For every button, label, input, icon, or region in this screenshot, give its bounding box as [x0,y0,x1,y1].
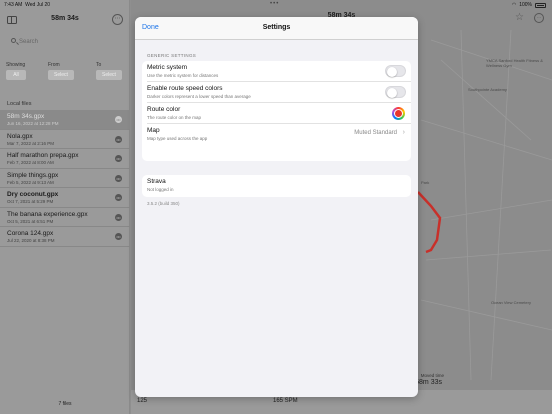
file-more-icon[interactable]: ••• [115,213,122,221]
list-item[interactable]: Nola.gpx Mar 7, 2022 at 2:16 PM ••• [0,130,130,149]
settings-header: Done Settings [135,17,418,40]
speed-colors-toggle[interactable] [385,86,406,98]
status-right: ◠ 100% [512,2,546,8]
map-label-cemetery: Ocean View Cemetery [491,300,531,305]
list-item[interactable]: Dry coconut.gpx Oct 7, 2021 at 5:29 PM ••• [0,188,130,208]
search-placeholder: Search [19,39,39,45]
route-line [417,191,442,254]
chevron-right-icon: › [402,129,405,136]
metric-system-row: Metric system Use the metric system for … [147,61,411,82]
list-item[interactable]: Half marathon prepa.gpx Feb 7, 2022 at 8:… [0,149,130,169]
strava-row[interactable]: Strava Not logged in [147,175,411,196]
list-item[interactable]: The banana experience.gpx Oct 5, 2021 at … [0,208,130,227]
file-name: The banana experience.gpx [7,210,88,218]
filter-from-label: From [48,62,60,68]
file-list: 58m 34s.gpx Jun 16, 2022 at 12:28 PM ••• No… [0,110,130,247]
settings-title: Settings [262,24,291,31]
route-color-row: Route color The route color on the map [147,103,411,124]
moved-time-label: Moved time [420,373,444,378]
search-icon [11,38,16,43]
route-color-picker[interactable] [392,107,405,120]
filter-showing: Showing All [6,62,26,80]
section-label: Local files [7,101,32,107]
file-date: Feb 5, 2022 at 9:13 AM [7,179,54,185]
map-type-row[interactable]: Map Map type used across the app Muted S… [147,124,411,145]
file-name: 58m 34s.gpx [7,113,45,120]
battery-icon [535,2,546,8]
map-label-gym: YMCA Sanford Health Fitness & Wellness G… [486,58,543,68]
metric-system-toggle[interactable] [385,65,406,77]
sidebar-more-icon[interactable]: ⋯ [112,14,123,25]
wifi-icon: ◠ [511,2,517,8]
metric-system-subtitle: Use the metric system for distances [147,73,219,78]
multitask-dots-icon[interactable]: ••• [270,1,279,7]
file-more-icon[interactable]: ••• [115,135,122,143]
filter-showing-label: Showing [6,62,26,68]
file-date: Mar 7, 2022 at 2:16 PM [7,140,55,146]
speed-colors-title: Enable route speed colors [147,85,223,92]
route-color-subtitle: The route color on the map [147,115,202,120]
file-date: Oct 7, 2021 at 5:29 PM [7,199,54,204]
route-color-title: Route color [147,106,181,113]
file-more-icon[interactable]: ••• [115,116,122,123]
filter-from: From Select [48,62,74,80]
app-version: 3.5.2 (build 350) [147,201,180,206]
filter-showing-button[interactable]: All [6,70,26,80]
stat-heart-rate: 125 [137,398,148,404]
map-label-park: Park [421,180,430,185]
map-type-subtitle: Map type used across the app [147,136,208,141]
search-field[interactable]: Search [5,35,125,49]
strava-group: Strava Not logged in [142,175,411,197]
status-bar: 7:43 AM Wed Jul 20 ••• ◠ 100% [0,0,552,9]
moved-time-value: 58m 33s [415,379,442,386]
list-item[interactable]: 58m 34s.gpx Jun 16, 2022 at 12:28 PM ••• [0,110,130,130]
speed-colors-subtitle: Darker colors represent a lower speed th… [147,94,251,99]
filter-to-label: To [96,62,102,68]
filter-to-button[interactable]: Select [96,70,122,80]
stat-cadence: 165 SPM [273,398,298,404]
status-time: 7:43 AM Wed Jul 20 [4,2,51,8]
file-date: Oct 5, 2021 at 6:51 PM [7,218,54,224]
filter-to: To Select [96,62,122,80]
metric-system-title: Metric system [147,64,188,71]
map-type-value: Muted Standard [354,130,397,136]
map-type-title: Map [147,127,160,134]
file-more-icon[interactable]: ••• [115,174,122,182]
file-name: Nola.gpx [7,132,33,140]
toggle-knob [386,66,397,77]
file-date: Feb 7, 2022 at 8:00 AM [7,160,54,165]
file-date: Jun 16, 2022 at 12:28 PM [7,121,59,126]
strava-title: Strava [147,178,166,185]
generic-settings-group: Metric system Use the metric system for … [142,61,411,161]
file-date: Jul 22, 2020 at 8:38 PM [7,238,55,243]
speed-colors-row: Enable route speed colors Darker colors … [147,82,411,103]
file-more-icon[interactable]: ••• [115,233,122,240]
toggle-knob [386,87,397,98]
settings-modal: Done Settings GENERIC SETTINGS Metric sy… [135,17,418,397]
sidebar: 58m 34s ⋯ Search Showing All From Select… [0,0,130,414]
file-name: Simple things.gpx [7,171,59,179]
file-more-icon[interactable]: ••• [115,155,122,162]
generic-settings-label: GENERIC SETTINGS [147,53,197,58]
sidebar-title: 58m 34s [51,15,79,22]
list-item[interactable]: Simple things.gpx Feb 5, 2022 at 9:13 AM •… [0,169,130,188]
map-label-southpointe: Southpointe Academy [468,87,507,92]
battery-percent: 100% [519,2,532,8]
list-item[interactable]: Corona 124.gpx Jul 22, 2020 at 8:38 PM ••• [0,227,130,247]
sidebar-header: 58m 34s ⋯ [0,12,130,28]
file-name: Dry coconut.gpx [7,191,59,198]
file-name: Corona 124.gpx [7,230,54,237]
strava-subtitle: Not logged in [147,187,174,192]
file-count: 7 files [58,401,72,407]
file-more-icon[interactable]: ••• [115,194,122,201]
file-name: Half marathon prepa.gpx [7,152,79,159]
filter-from-button[interactable]: Select [48,70,74,80]
